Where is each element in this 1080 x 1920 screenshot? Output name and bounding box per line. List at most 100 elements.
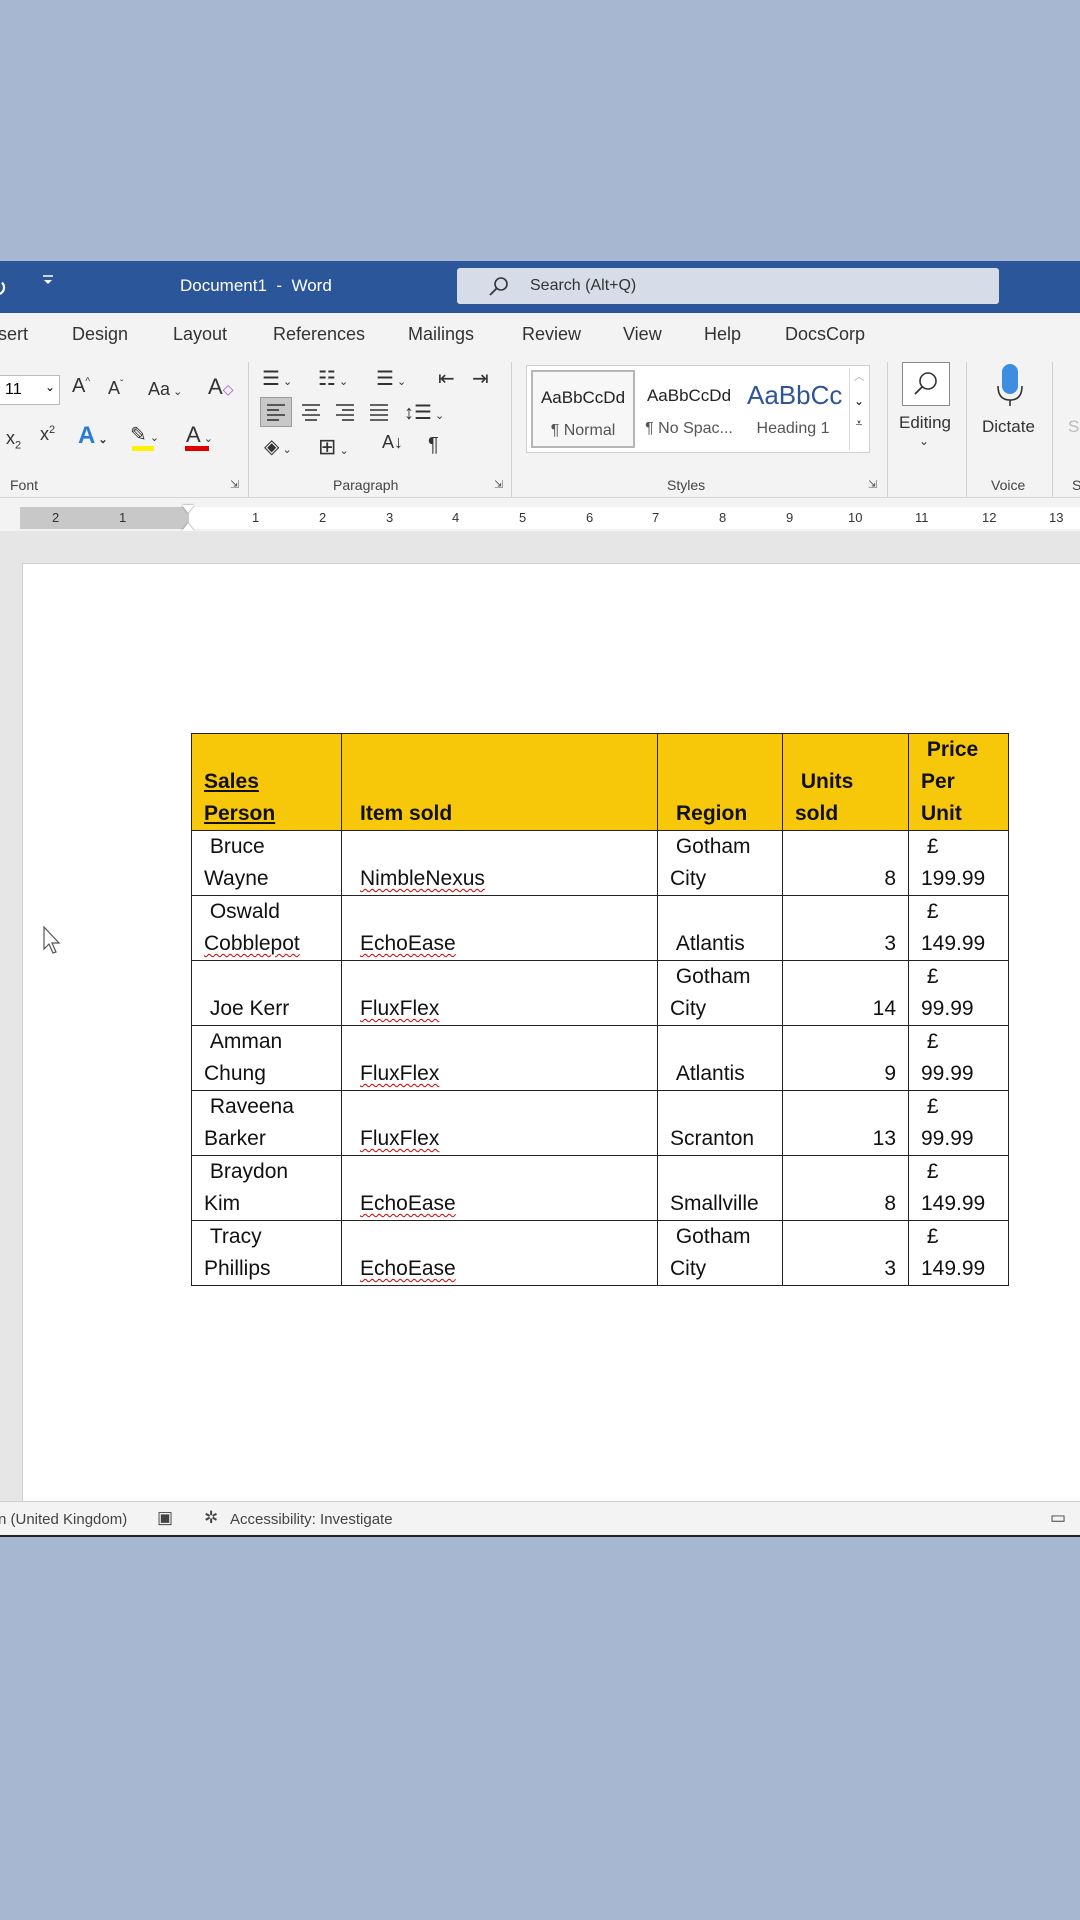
line-spacing-icon[interactable]: ↕☰ ⌄ [404,400,444,425]
shrink-font-icon[interactable]: Aˇ [108,378,123,399]
bullets-icon[interactable]: ☰ ⌄ [262,366,292,391]
numbering-icon[interactable]: ☷ ⌄ [318,366,348,391]
tab-design[interactable]: Design [72,324,128,345]
cell-sales-person[interactable]: Oswald Cobblepot [191,895,342,961]
tab-mailings[interactable]: Mailings [408,324,474,345]
style-no-spacing[interactable]: AaBbCcDd ¶ No Spac... [637,370,741,448]
align-center-icon[interactable] [296,398,326,426]
hanging-indent-marker[interactable] [182,523,194,531]
track-changes-icon[interactable]: ▣ [157,1508,173,1528]
justify-icon[interactable] [364,398,394,426]
header-price-per-unit[interactable]: Price Per Unit [908,733,1009,831]
cell-price[interactable]: £99.99 [908,960,1009,1026]
sort-icon[interactable]: A↓ [382,432,403,453]
language-status[interactable]: n (United Kingdom) [0,1511,127,1528]
cell-units[interactable]: 3 [782,895,909,961]
cell-price[interactable]: £149.99 [908,1220,1009,1286]
cell-units[interactable]: 8 [782,1155,909,1221]
dictate-button[interactable]: Dictate [982,417,1035,437]
styles-gallery: AaBbCcDd ¶ Normal AaBbCcDd ¶ No Spac... … [526,365,870,453]
dialog-launcher-icon[interactable]: ⇲ [230,478,239,491]
header-region[interactable]: Region [657,733,783,831]
cell-item[interactable]: EchoEase [341,895,658,961]
cell-price[interactable]: £149.99 [908,1155,1009,1221]
text-effects-icon[interactable]: A ⌄ [78,422,108,450]
sales-table[interactable]: Sales Person Item sold Region Units sold P… [191,733,1009,1286]
cell-price[interactable]: £99.99 [908,1090,1009,1156]
dialog-launcher-icon[interactable]: ⇲ [494,478,503,491]
tab-insert[interactable]: sert [0,324,28,345]
cell-units[interactable]: 9 [782,1025,909,1091]
subscript-icon[interactable]: x2 [6,428,21,452]
highlight-icon[interactable]: ✎ ⌄ [130,422,159,447]
header-item-sold[interactable]: Item sold [341,733,658,831]
shading-icon[interactable]: ◈ ⌄ [264,434,292,459]
borders-icon[interactable]: ⊞ ⌄ [318,434,349,460]
cell-region[interactable]: Gotham City [657,830,783,896]
search-box[interactable]: Search (Alt+Q) [457,268,999,304]
tab-docscorp[interactable]: DocsCorp [785,324,865,345]
cell-region[interactable]: Atlantis [657,1025,783,1091]
cell-price[interactable]: £99.99 [908,1025,1009,1091]
style-heading-1[interactable]: AaBbCc Heading 1 [743,370,843,448]
cell-units[interactable]: 14 [782,960,909,1026]
cell-item[interactable]: FluxFlex [341,1025,658,1091]
tab-help[interactable]: Help [704,324,741,345]
header-units-sold[interactable]: Units sold [782,733,909,831]
font-size-box[interactable]: 11 ⌄ [0,375,60,405]
cell-region[interactable]: Atlantis [657,895,783,961]
sensitivity-button-partial[interactable]: S [1068,417,1079,437]
dialog-launcher-icon[interactable]: ⇲ [868,478,877,491]
cell-item[interactable]: EchoEase [341,1220,658,1286]
customize-quick-access-icon[interactable] [40,273,56,292]
cell-region[interactable]: Gotham City [657,1220,783,1286]
first-line-indent-marker[interactable] [182,505,194,513]
gallery-scroll[interactable]: ︿ ⌄ ⩡ [849,368,868,450]
multilevel-list-icon[interactable]: ☰ ⌄ [376,366,406,391]
style-normal[interactable]: AaBbCcDd ¶ Normal [531,370,635,448]
cell-price[interactable]: £149.99 [908,895,1009,961]
increase-indent-icon[interactable]: ⇥ [472,366,489,391]
cell-sales-person[interactable]: Tracy Phillips [191,1220,342,1286]
editing-button[interactable]: Editing [899,413,951,433]
cell-units[interactable]: 13 [782,1090,909,1156]
find-icon[interactable] [902,362,950,406]
microphone-icon[interactable] [993,362,1027,410]
align-left-button[interactable] [260,397,292,427]
gallery-more-icon: ⩡ [855,416,863,430]
cell-sales-person[interactable]: Joe Kerr [191,960,342,1026]
cell-units[interactable]: 8 [782,830,909,896]
tab-review[interactable]: Review [522,324,581,345]
accessibility-status[interactable]: Accessibility: Investigate [230,1511,393,1528]
clear-formatting-icon[interactable]: A◇ [208,374,233,400]
cell-sales-person[interactable]: Amman Chung [191,1025,342,1091]
cell-item[interactable]: EchoEase [341,1155,658,1221]
focus-mode-icon[interactable]: ▭ [1050,1508,1066,1528]
cell-sales-person[interactable]: Braydon Kim [191,1155,342,1221]
cell-line: 199.99 [921,867,986,890]
superscript-icon[interactable]: x2 [40,424,55,445]
cell-item[interactable]: FluxFlex [341,1090,658,1156]
font-color-icon[interactable]: A ⌄ [186,422,213,448]
cell-item[interactable]: NimbleNexus [341,830,658,896]
cell-item[interactable]: FluxFlex [341,960,658,1026]
ruler-number: 2 [52,510,60,525]
header-sales-person[interactable]: Sales Person [191,733,342,831]
decrease-indent-icon[interactable]: ⇤ [438,366,455,391]
cell-sales-person[interactable]: Raveena Barker [191,1090,342,1156]
tab-references[interactable]: References [273,324,365,345]
change-case-button[interactable]: Aa ⌄ [148,379,182,400]
cell-units[interactable]: 3 [782,1220,909,1286]
cell-region[interactable]: Scranton [657,1090,783,1156]
align-right-icon[interactable] [330,398,360,426]
tab-layout[interactable]: Layout [173,324,227,345]
horizontal-ruler[interactable]: 2 1 1 2 3 4 5 6 7 8 9 10 11 12 13 [20,505,1080,531]
show-formatting-icon[interactable]: ¶ [428,434,439,457]
cell-region[interactable]: Smallville [657,1155,783,1221]
cell-sales-person[interactable]: Bruce Wayne [191,830,342,896]
redo-icon[interactable]: ↻ [0,273,8,304]
cell-price[interactable]: £199.99 [908,830,1009,896]
cell-region[interactable]: Gotham City [657,960,783,1026]
grow-font-icon[interactable]: A^ [72,375,90,398]
tab-view[interactable]: View [623,324,662,345]
